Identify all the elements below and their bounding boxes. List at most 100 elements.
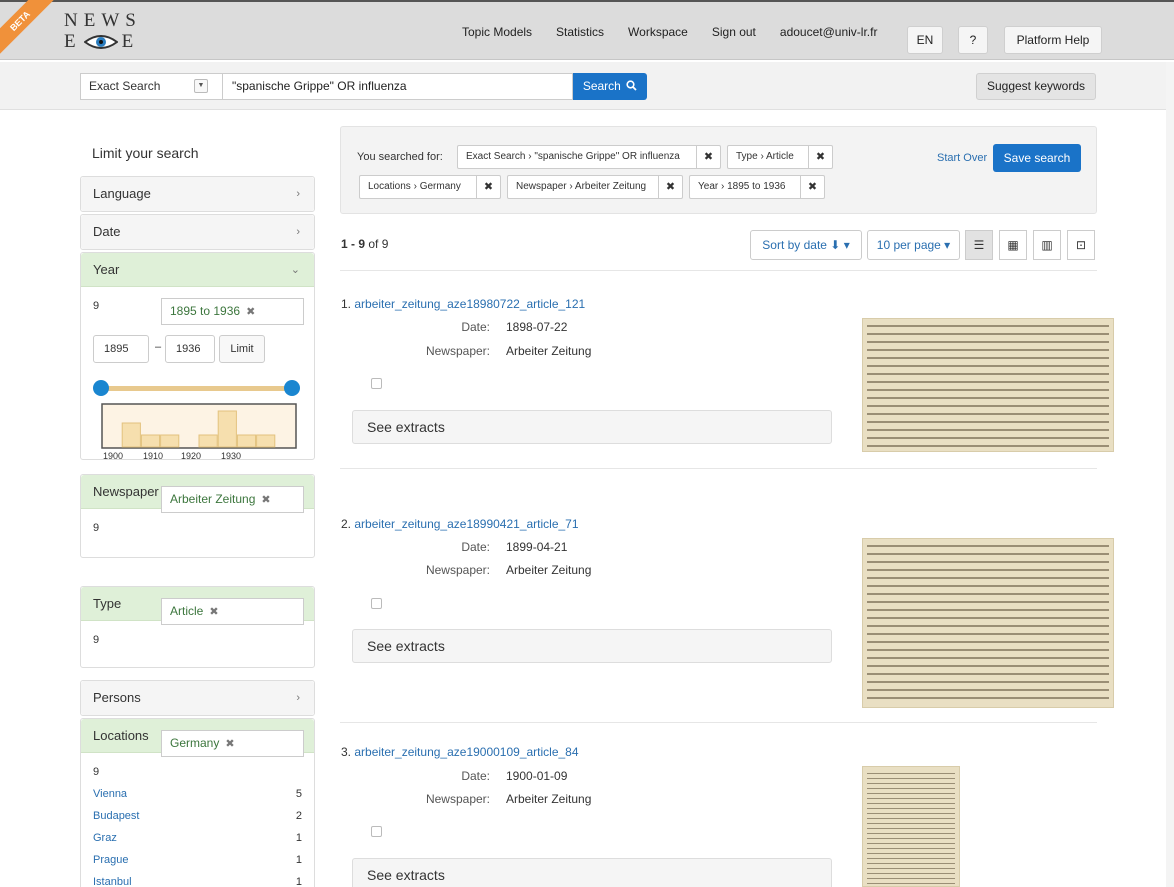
masonry-view-icon[interactable]: ▥ [1033, 230, 1061, 260]
location-item[interactable]: Istanbul [93, 876, 132, 887]
location-item[interactable]: Prague [93, 854, 128, 866]
search-mode-select[interactable]: Exact Search ▼ [80, 73, 223, 100]
result-number: 1. [341, 297, 352, 311]
histogram-tick: 1930 [221, 451, 242, 461]
facet-persons[interactable]: Persons › [80, 680, 315, 716]
newseye-logo[interactable]: NEWS E E [64, 11, 142, 54]
divider [340, 722, 1097, 723]
article-thumbnail[interactable] [862, 766, 960, 887]
thumbnail-text-line [867, 773, 955, 774]
newspaper-value: Arbeiter Zeitung [506, 344, 592, 358]
help-question-button[interactable]: ? [958, 26, 988, 54]
slider-handle-right[interactable] [284, 380, 300, 396]
facet-type-label: Type [93, 596, 122, 611]
remove-icon[interactable]: ✖ [658, 175, 682, 199]
results-count: 1 - 9 of 9 [341, 237, 388, 251]
per-page-dropdown[interactable]: 10 per page ▾ [867, 230, 960, 260]
thumbnail-text-line [867, 808, 955, 809]
thumbnail-text-line [867, 397, 1109, 399]
results-range: 1 - 9 [341, 237, 366, 251]
facet-language[interactable]: Language › [80, 176, 315, 212]
thumbnail-text-line [867, 883, 955, 884]
result-title: 3. arbeiter_zeitung_aze19000109_article_… [341, 745, 579, 759]
newspaper-selected: Arbeiter Zeitung [170, 492, 256, 506]
newspaper-label: Newspaper: [425, 344, 490, 358]
thumbnail-text-line [867, 413, 1109, 415]
thumbnail-text-line [867, 838, 955, 839]
constraint-chip: Locations › Germany ✖ [359, 175, 501, 199]
year-to-input[interactable]: 1936 [165, 335, 215, 363]
location-item[interactable]: Vienna [93, 788, 127, 800]
search-input[interactable]: "spanische Grippe" OR influenza [222, 73, 573, 100]
article-thumbnail[interactable] [862, 538, 1114, 708]
thumbnail-text-line [867, 373, 1109, 375]
chevron-right-icon: › [296, 692, 300, 704]
facet-date[interactable]: Date › [80, 214, 315, 250]
search-icon [626, 74, 637, 91]
year-from-input[interactable]: 1895 [93, 335, 149, 363]
date-label: Date: [461, 769, 490, 783]
thumbnail-text-line [867, 813, 955, 814]
remove-icon[interactable]: ✖ [209, 606, 218, 618]
thumbnail-text-line [867, 778, 955, 779]
location-item[interactable]: Budapest [93, 810, 139, 822]
thumbnail-text-line [867, 803, 955, 804]
year-selected-value: 1895 to 1936 [170, 304, 241, 318]
remove-icon[interactable]: ✖ [696, 145, 720, 169]
remove-icon[interactable]: ✖ [800, 175, 824, 199]
search-button[interactable]: Search [573, 73, 647, 100]
facet-persons-label: Persons [93, 690, 141, 705]
location-item[interactable]: Graz [93, 832, 117, 844]
platform-help-button[interactable]: Platform Help [1004, 26, 1102, 54]
select-checkbox[interactable] [371, 826, 382, 837]
thumbnail-text-line [867, 681, 1109, 683]
language-button[interactable]: EN [907, 26, 943, 54]
suggest-keywords-button[interactable]: Suggest keywords [976, 73, 1096, 100]
chevron-down-icon: ⌄ [290, 264, 300, 276]
results-total: of 9 [368, 237, 389, 251]
year-slider-track[interactable] [101, 386, 291, 391]
constraint-chip: Year › 1895 to 1936 ✖ [689, 175, 825, 199]
nav-sign-out[interactable]: Sign out [712, 18, 756, 46]
see-extracts-button[interactable]: See extracts [352, 410, 832, 444]
histogram-tick: 1920 [181, 451, 202, 461]
remove-icon[interactable]: ✖ [261, 494, 270, 506]
article-thumbnail[interactable] [862, 318, 1114, 452]
year-limit-button[interactable]: Limit [219, 335, 265, 363]
nav-workspace[interactable]: Workspace [628, 18, 688, 46]
facet-year-label: Year [93, 262, 120, 277]
type-count: 9 [93, 634, 100, 646]
constraint-chip: Exact Search › "spanische Grippe" OR inf… [457, 145, 721, 169]
remove-icon[interactable]: ✖ [246, 306, 255, 318]
select-checkbox[interactable] [371, 378, 382, 389]
histogram-bar [160, 434, 180, 448]
slideshow-view-icon[interactable]: ⊡ [1067, 230, 1095, 260]
nav-user-email[interactable]: adoucet@univ-lr.fr [780, 18, 878, 46]
location-item-count: 2 [295, 810, 302, 822]
thumbnail-text-line [867, 421, 1109, 423]
constraint-chip-text: Exact Search › "spanische Grippe" OR inf… [466, 151, 680, 162]
nav-topic-models[interactable]: Topic Models [462, 18, 532, 46]
thumbnail-text-line [867, 585, 1109, 587]
result-link[interactable]: arbeiter_zeitung_aze19000109_article_84 [354, 745, 578, 759]
see-extracts-button[interactable]: See extracts [352, 629, 832, 663]
remove-icon[interactable]: ✖ [476, 175, 500, 199]
page-scrollbar[interactable] [1166, 62, 1174, 887]
thumbnail-text-line [867, 365, 1109, 367]
constraint-chip-text: Newspaper › Arbeiter Zeitung [516, 181, 647, 192]
divider [340, 468, 1097, 469]
facet-year-header[interactable]: Year ⌄ [81, 253, 314, 287]
save-search-button[interactable]: Save search [993, 144, 1081, 172]
slider-handle-left[interactable] [93, 380, 109, 396]
nav-statistics[interactable]: Statistics [556, 18, 604, 46]
list-view-icon[interactable]: ☰ [965, 230, 993, 260]
select-checkbox[interactable] [371, 598, 382, 609]
remove-icon[interactable]: ✖ [225, 738, 234, 750]
see-extracts-button[interactable]: See extracts [352, 858, 832, 887]
gallery-view-icon[interactable]: ▦ [999, 230, 1027, 260]
remove-icon[interactable]: ✖ [808, 145, 832, 169]
start-over-link[interactable]: Start Over [937, 152, 987, 164]
sort-dropdown[interactable]: Sort by date ⬇ ▾ [750, 230, 862, 260]
result-link[interactable]: arbeiter_zeitung_aze18990421_article_71 [354, 517, 578, 531]
result-link[interactable]: arbeiter_zeitung_aze18980722_article_121 [354, 297, 585, 311]
